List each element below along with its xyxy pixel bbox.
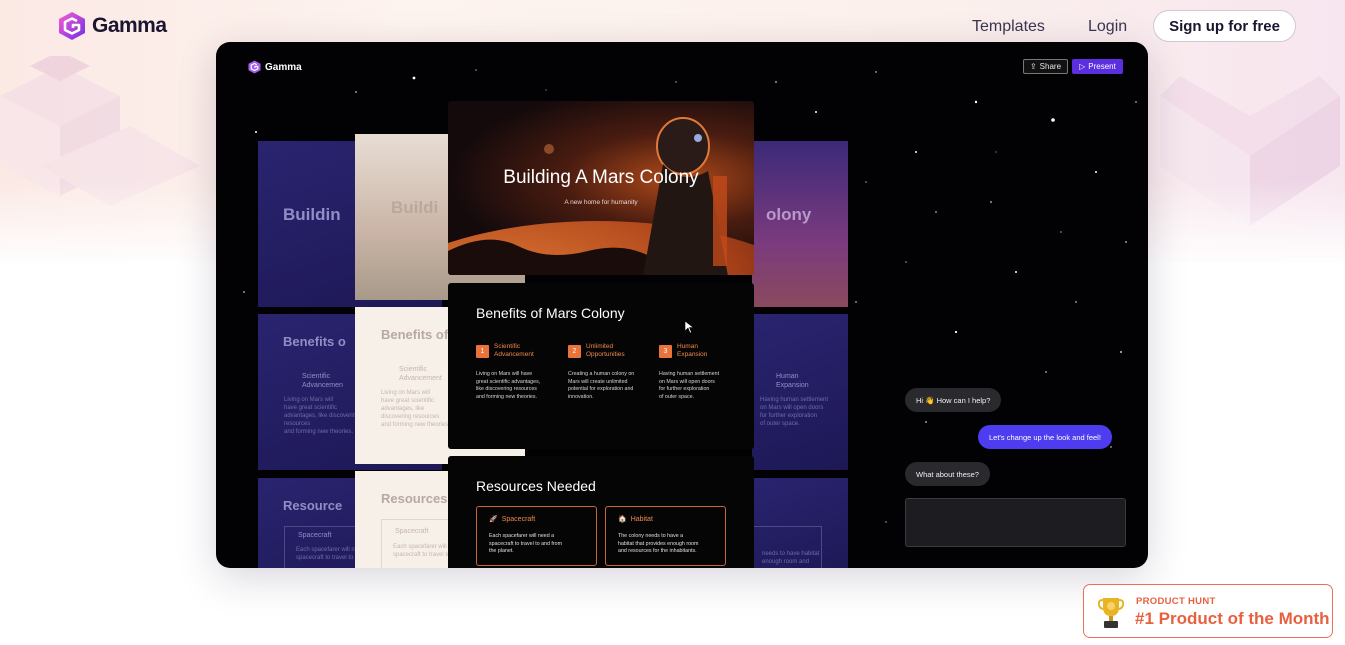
slide-resources[interactable]: Resources Needed 🚀 Spacecraft Each spacef… [448, 456, 754, 568]
ghost-slide-resources-right: needs to have habitat enough room and [752, 478, 848, 568]
product-hunt-badge[interactable]: PRODUCT HUNT #1 Product of the Month [1083, 584, 1333, 638]
gamma-logo-icon [59, 12, 85, 40]
chat-input[interactable] [905, 498, 1126, 547]
hero-title: Building A Mars Colony [503, 167, 699, 188]
user-message: Let's change up the look and feel! [978, 425, 1112, 449]
app-brand-name: Gamma [265, 61, 302, 73]
resource-card: 🏠 Habitat The colony needs to have a habi… [605, 506, 726, 566]
badge-eyebrow: PRODUCT HUNT [1136, 596, 1216, 607]
brand-logo[interactable]: Gamma [58, 11, 167, 41]
assistant-message: Hi 👋 How can I help? [905, 388, 1002, 412]
gamma-logo-icon [248, 60, 261, 74]
slide-benefits[interactable]: Benefits of Mars Colony 1 Scientific Adv… [448, 283, 754, 449]
assistant-message: What about these? [905, 462, 990, 486]
share-icon: ⇪ [1029, 62, 1037, 71]
resources-heading: Resources Needed [476, 478, 596, 494]
sign-up-button[interactable]: Sign up for free [1153, 10, 1296, 42]
benefits-heading: Benefits of Mars Colony [476, 305, 625, 321]
nav-link-templates[interactable]: Templates [972, 18, 1045, 36]
nav-link-login[interactable]: Login [1088, 18, 1127, 36]
hero-subtitle: A new home for humanity [564, 199, 638, 206]
ghost-slide-title-right: olony [752, 141, 848, 307]
play-icon: ▷ [1079, 62, 1086, 71]
app-logo: Gamma [248, 60, 302, 74]
ghost-slide-benefits-right: Human Expansion Having human settlement … [752, 314, 848, 470]
slide-title[interactable]: Building A Mars Colony A new home for hu… [448, 101, 754, 275]
product-demo-video[interactable]: Gamma ⇪ Share ▷ Present Buildin Benefits… [216, 42, 1148, 568]
mouse-cursor-icon [685, 321, 694, 333]
trophy-icon [1098, 598, 1124, 628]
house-icon: 🏠 [618, 516, 627, 523]
share-button[interactable]: ⇪ Share [1023, 59, 1068, 74]
rocket-icon: 🚀 [489, 516, 498, 523]
brand-name: Gamma [92, 14, 167, 37]
resource-card: 🚀 Spacecraft Each spacefarer will need a … [476, 506, 597, 566]
present-button[interactable]: ▷ Present [1072, 59, 1123, 74]
badge-title: #1 Product of the Month [1135, 609, 1330, 628]
